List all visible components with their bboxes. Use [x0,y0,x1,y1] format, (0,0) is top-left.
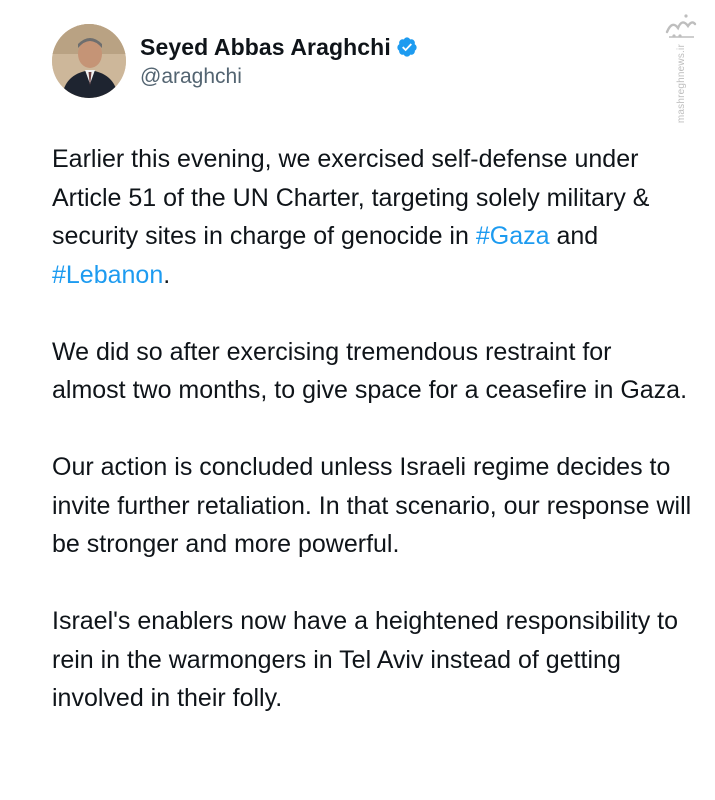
avatar-image [52,24,126,98]
avatar[interactable] [52,24,126,98]
name-row: Seyed Abbas Araghchi [140,34,418,61]
tweet-text-segment: and [549,222,599,250]
mashregh-logo-icon [665,14,697,38]
hashtag-link[interactable]: #Gaza [476,222,550,250]
hashtag-link[interactable]: #Lebanon [52,261,163,289]
tweet-paragraph: Israel's enablers now have a heightened … [52,602,692,718]
author-names: Seyed Abbas Araghchi @araghchi [140,34,418,89]
author-handle[interactable]: @araghchi [140,65,418,89]
tweet-header: Seyed Abbas Araghchi @araghchi [52,24,418,98]
tweet-text-segment: . [163,260,171,289]
tweet-text: Earlier this evening, we exercised self-… [52,140,692,756]
watermark-text: mashreghnews.ir [675,44,687,124]
tweet-paragraph: We did so after exercising tremendous re… [52,333,692,410]
tweet-paragraph: Our action is concluded unless Israeli r… [52,448,692,564]
author-display-name[interactable]: Seyed Abbas Araghchi [140,34,391,61]
tweet-paragraph: Earlier this evening, we exercised self-… [52,140,692,294]
tweet-text-segment: Israel's enablers now have a heightened … [52,607,678,712]
watermark: mashreghnews.ir [661,12,701,130]
verified-badge-icon [396,36,418,58]
tweet-text-segment: Our action is concluded unless Israeli r… [52,453,692,558]
tweet-text-segment: We did so after exercising tremendous re… [52,337,688,405]
tweet-card: Seyed Abbas Araghchi @araghchi Earlier t… [0,0,715,800]
